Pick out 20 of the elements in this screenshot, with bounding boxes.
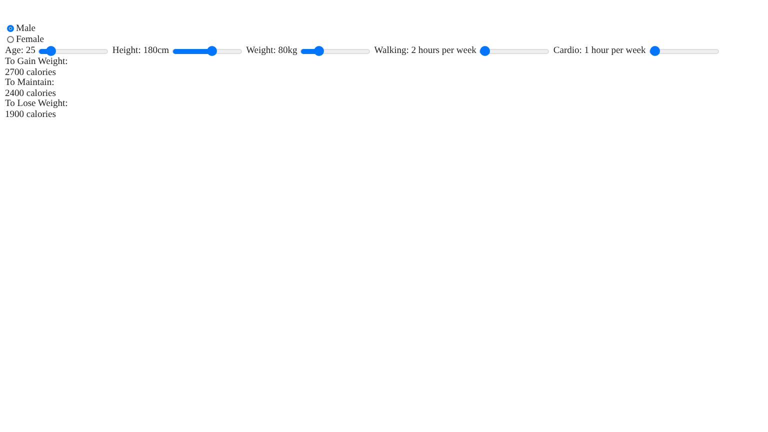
slider[interactable] xyxy=(172,48,242,54)
radio-button[interactable] xyxy=(7,25,14,32)
result-value: 1900 calories xyxy=(5,110,57,120)
slider-label: Height: 180cm xyxy=(112,46,170,56)
slider[interactable] xyxy=(300,48,370,54)
slider[interactable] xyxy=(648,48,719,54)
result-label: To Maintain: xyxy=(5,78,56,88)
slider-label: Weight: 80kg xyxy=(246,46,298,56)
result-label: To Gain Weight: xyxy=(5,57,69,68)
result-value: 2400 calories xyxy=(5,88,57,99)
result-label: To Lose Weight: xyxy=(5,99,69,110)
radio-label[interactable]: Female xyxy=(16,34,44,44)
radio-label[interactable]: Male xyxy=(16,24,36,34)
slider-label: Cardio: 1 hour per week xyxy=(553,46,646,56)
slider-label: Age: 25 xyxy=(5,46,36,56)
radio-button[interactable] xyxy=(7,36,14,43)
result-value: 2700 calories xyxy=(5,68,57,78)
slider[interactable] xyxy=(479,48,550,54)
slider[interactable] xyxy=(38,48,108,54)
slider-label: Walking: 2 hours per week xyxy=(374,46,476,56)
